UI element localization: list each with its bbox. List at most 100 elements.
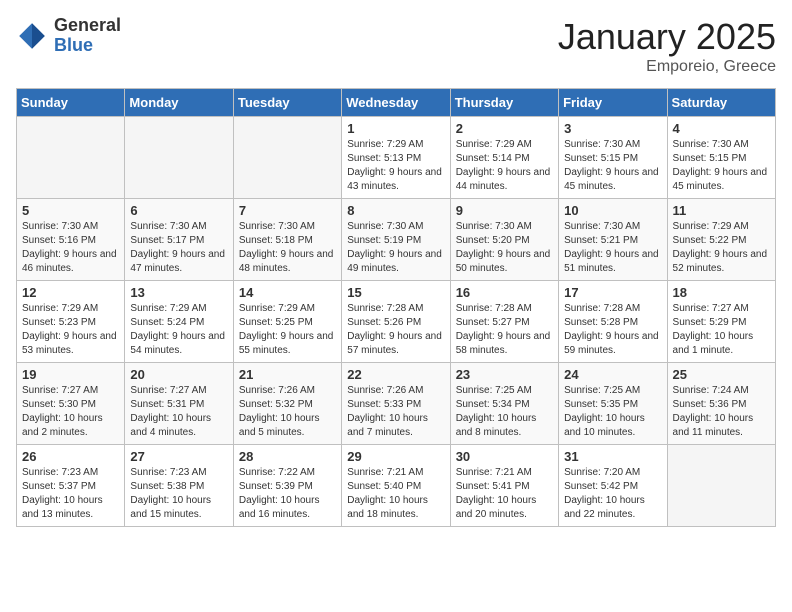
col-wednesday: Wednesday <box>342 89 450 117</box>
week-row-4: 19 Sunrise: 7:27 AMSunset: 5:30 PMDaylig… <box>17 363 776 445</box>
page-header: General Blue January 2025 Emporeio, Gree… <box>16 16 776 76</box>
day-cell: 25 Sunrise: 7:24 AMSunset: 5:36 PMDaylig… <box>667 363 775 445</box>
day-number: 7 <box>239 203 336 218</box>
header-row: Sunday Monday Tuesday Wednesday Thursday… <box>17 89 776 117</box>
day-cell: 6 Sunrise: 7:30 AMSunset: 5:17 PMDayligh… <box>125 199 233 281</box>
day-number: 30 <box>456 449 553 464</box>
day-cell: 11 Sunrise: 7:29 AMSunset: 5:22 PMDaylig… <box>667 199 775 281</box>
day-number: 24 <box>564 367 661 382</box>
col-tuesday: Tuesday <box>233 89 341 117</box>
title-section: January 2025 Emporeio, Greece <box>558 16 776 76</box>
day-number: 3 <box>564 121 661 136</box>
day-cell: 4 Sunrise: 7:30 AMSunset: 5:15 PMDayligh… <box>667 117 775 199</box>
day-cell <box>17 117 125 199</box>
day-cell: 12 Sunrise: 7:29 AMSunset: 5:23 PMDaylig… <box>17 281 125 363</box>
day-cell: 27 Sunrise: 7:23 AMSunset: 5:38 PMDaylig… <box>125 445 233 527</box>
day-info: Sunrise: 7:23 AMSunset: 5:38 PMDaylight:… <box>130 467 211 520</box>
day-number: 12 <box>22 285 119 300</box>
logo: General Blue <box>16 16 121 56</box>
day-number: 13 <box>130 285 227 300</box>
day-cell <box>233 117 341 199</box>
logo-icon <box>16 20 48 52</box>
day-info: Sunrise: 7:26 AMSunset: 5:32 PMDaylight:… <box>239 385 320 438</box>
day-cell: 1 Sunrise: 7:29 AMSunset: 5:13 PMDayligh… <box>342 117 450 199</box>
day-info: Sunrise: 7:25 AMSunset: 5:34 PMDaylight:… <box>456 385 537 438</box>
day-cell: 28 Sunrise: 7:22 AMSunset: 5:39 PMDaylig… <box>233 445 341 527</box>
week-row-1: 1 Sunrise: 7:29 AMSunset: 5:13 PMDayligh… <box>17 117 776 199</box>
day-cell: 16 Sunrise: 7:28 AMSunset: 5:27 PMDaylig… <box>450 281 558 363</box>
day-number: 18 <box>673 285 770 300</box>
day-cell: 29 Sunrise: 7:21 AMSunset: 5:40 PMDaylig… <box>342 445 450 527</box>
col-thursday: Thursday <box>450 89 558 117</box>
day-cell: 18 Sunrise: 7:27 AMSunset: 5:29 PMDaylig… <box>667 281 775 363</box>
day-cell: 5 Sunrise: 7:30 AMSunset: 5:16 PMDayligh… <box>17 199 125 281</box>
day-cell: 31 Sunrise: 7:20 AMSunset: 5:42 PMDaylig… <box>559 445 667 527</box>
calendar-table: Sunday Monday Tuesday Wednesday Thursday… <box>16 88 776 527</box>
day-number: 14 <box>239 285 336 300</box>
col-sunday: Sunday <box>17 89 125 117</box>
day-info: Sunrise: 7:27 AMSunset: 5:31 PMDaylight:… <box>130 385 211 438</box>
day-cell: 13 Sunrise: 7:29 AMSunset: 5:24 PMDaylig… <box>125 281 233 363</box>
col-monday: Monday <box>125 89 233 117</box>
day-number: 31 <box>564 449 661 464</box>
day-info: Sunrise: 7:30 AMSunset: 5:21 PMDaylight:… <box>564 221 659 274</box>
day-info: Sunrise: 7:30 AMSunset: 5:16 PMDaylight:… <box>22 221 117 274</box>
week-row-3: 12 Sunrise: 7:29 AMSunset: 5:23 PMDaylig… <box>17 281 776 363</box>
week-row-2: 5 Sunrise: 7:30 AMSunset: 5:16 PMDayligh… <box>17 199 776 281</box>
logo-general-text: General <box>54 15 121 35</box>
day-info: Sunrise: 7:29 AMSunset: 5:14 PMDaylight:… <box>456 139 551 192</box>
day-cell: 14 Sunrise: 7:29 AMSunset: 5:25 PMDaylig… <box>233 281 341 363</box>
day-number: 11 <box>673 203 770 218</box>
day-number: 23 <box>456 367 553 382</box>
day-info: Sunrise: 7:30 AMSunset: 5:17 PMDaylight:… <box>130 221 225 274</box>
day-cell: 24 Sunrise: 7:25 AMSunset: 5:35 PMDaylig… <box>559 363 667 445</box>
day-number: 5 <box>22 203 119 218</box>
day-number: 1 <box>347 121 444 136</box>
day-cell <box>125 117 233 199</box>
day-cell: 23 Sunrise: 7:25 AMSunset: 5:34 PMDaylig… <box>450 363 558 445</box>
day-info: Sunrise: 7:24 AMSunset: 5:36 PMDaylight:… <box>673 385 754 438</box>
logo-blue-text: Blue <box>54 35 93 55</box>
day-info: Sunrise: 7:28 AMSunset: 5:27 PMDaylight:… <box>456 303 551 356</box>
day-info: Sunrise: 7:21 AMSunset: 5:40 PMDaylight:… <box>347 467 428 520</box>
day-number: 22 <box>347 367 444 382</box>
col-friday: Friday <box>559 89 667 117</box>
day-cell <box>667 445 775 527</box>
day-info: Sunrise: 7:25 AMSunset: 5:35 PMDaylight:… <box>564 385 645 438</box>
day-cell: 10 Sunrise: 7:30 AMSunset: 5:21 PMDaylig… <box>559 199 667 281</box>
day-number: 21 <box>239 367 336 382</box>
day-info: Sunrise: 7:22 AMSunset: 5:39 PMDaylight:… <box>239 467 320 520</box>
day-number: 17 <box>564 285 661 300</box>
day-info: Sunrise: 7:27 AMSunset: 5:29 PMDaylight:… <box>673 303 754 356</box>
day-info: Sunrise: 7:27 AMSunset: 5:30 PMDaylight:… <box>22 385 103 438</box>
day-number: 29 <box>347 449 444 464</box>
day-number: 19 <box>22 367 119 382</box>
day-info: Sunrise: 7:28 AMSunset: 5:28 PMDaylight:… <box>564 303 659 356</box>
day-cell: 22 Sunrise: 7:26 AMSunset: 5:33 PMDaylig… <box>342 363 450 445</box>
day-info: Sunrise: 7:30 AMSunset: 5:15 PMDaylight:… <box>564 139 659 192</box>
day-cell: 17 Sunrise: 7:28 AMSunset: 5:28 PMDaylig… <box>559 281 667 363</box>
day-info: Sunrise: 7:30 AMSunset: 5:20 PMDaylight:… <box>456 221 551 274</box>
day-number: 28 <box>239 449 336 464</box>
day-cell: 7 Sunrise: 7:30 AMSunset: 5:18 PMDayligh… <box>233 199 341 281</box>
day-info: Sunrise: 7:20 AMSunset: 5:42 PMDaylight:… <box>564 467 645 520</box>
day-number: 8 <box>347 203 444 218</box>
day-info: Sunrise: 7:21 AMSunset: 5:41 PMDaylight:… <box>456 467 537 520</box>
day-info: Sunrise: 7:29 AMSunset: 5:24 PMDaylight:… <box>130 303 225 356</box>
day-number: 27 <box>130 449 227 464</box>
day-number: 10 <box>564 203 661 218</box>
day-cell: 19 Sunrise: 7:27 AMSunset: 5:30 PMDaylig… <box>17 363 125 445</box>
week-row-5: 26 Sunrise: 7:23 AMSunset: 5:37 PMDaylig… <box>17 445 776 527</box>
day-info: Sunrise: 7:29 AMSunset: 5:23 PMDaylight:… <box>22 303 117 356</box>
day-cell: 3 Sunrise: 7:30 AMSunset: 5:15 PMDayligh… <box>559 117 667 199</box>
day-info: Sunrise: 7:29 AMSunset: 5:22 PMDaylight:… <box>673 221 768 274</box>
day-cell: 9 Sunrise: 7:30 AMSunset: 5:20 PMDayligh… <box>450 199 558 281</box>
day-info: Sunrise: 7:30 AMSunset: 5:15 PMDaylight:… <box>673 139 768 192</box>
day-number: 26 <box>22 449 119 464</box>
day-number: 20 <box>130 367 227 382</box>
calendar-subtitle: Emporeio, Greece <box>558 58 776 76</box>
day-info: Sunrise: 7:30 AMSunset: 5:19 PMDaylight:… <box>347 221 442 274</box>
day-number: 16 <box>456 285 553 300</box>
day-number: 15 <box>347 285 444 300</box>
day-info: Sunrise: 7:23 AMSunset: 5:37 PMDaylight:… <box>22 467 103 520</box>
